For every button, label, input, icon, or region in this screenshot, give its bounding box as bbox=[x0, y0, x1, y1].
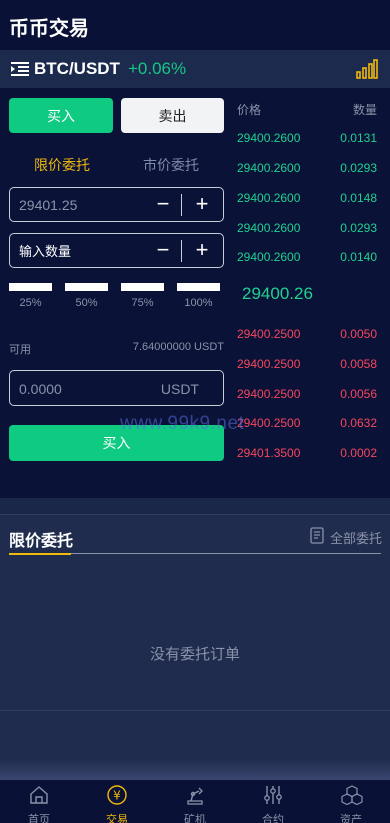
menu-indent-icon[interactable] bbox=[11, 62, 29, 81]
orderbook-bid-row[interactable]: 29400.2600 0.0293 bbox=[237, 221, 377, 237]
percent-25-label[interactable]: 25% bbox=[9, 297, 52, 309]
bottom-tab-bar: 首页 ¥ 交易 矿机 合约 资产 bbox=[0, 780, 390, 823]
tab-trade[interactable]: ¥ 交易 bbox=[78, 780, 156, 823]
buy-tab-button[interactable]: 买入 bbox=[9, 98, 113, 133]
bid-price: 29400.2600 bbox=[237, 131, 301, 145]
sliders-icon bbox=[263, 785, 283, 805]
robot-arm-icon bbox=[185, 785, 205, 805]
amount-unit: USDT bbox=[160, 381, 199, 397]
quantity-field: − + bbox=[9, 233, 224, 268]
available-label: 可用 bbox=[9, 344, 31, 356]
percent-50-bar[interactable] bbox=[65, 283, 108, 291]
orderbook-qty-header: 数量 bbox=[352, 103, 377, 117]
bid-qty: 0.0293 bbox=[340, 221, 377, 235]
orders-tab-underline bbox=[9, 553, 71, 555]
sell-tab-button[interactable]: 卖出 bbox=[121, 98, 224, 133]
yen-coin-icon: ¥ bbox=[107, 785, 127, 805]
tab-contract[interactable]: 合约 bbox=[234, 780, 312, 823]
watermark: www.99k9.net bbox=[120, 413, 245, 434]
document-list-icon bbox=[310, 527, 326, 547]
orderbook-bid-row[interactable]: 29400.2600 0.0131 bbox=[237, 131, 377, 147]
tab-label: 合约 bbox=[262, 814, 284, 823]
ask-qty: 0.0632 bbox=[340, 416, 377, 430]
ask-price: 29400.2500 bbox=[237, 387, 301, 401]
orderbook-price-header: 价格 bbox=[237, 103, 262, 117]
tab-mining[interactable]: 矿机 bbox=[156, 780, 234, 823]
ask-price: 29400.2500 bbox=[237, 327, 301, 341]
field-separator bbox=[181, 240, 182, 262]
orders-divider bbox=[71, 553, 381, 554]
pair-name[interactable]: BTC/USDT bbox=[34, 59, 120, 79]
bid-qty: 0.0131 bbox=[340, 131, 377, 145]
percent-100-bar[interactable] bbox=[177, 283, 220, 291]
orders-panel: 限价委托 全部委托 没有委托订单 bbox=[0, 514, 390, 710]
percent-75-bar[interactable] bbox=[121, 283, 164, 291]
tab-limit-order[interactable]: 限价委托 bbox=[34, 155, 90, 175]
available-value: 7.64000000 USDT bbox=[132, 341, 224, 353]
tab-label: 矿机 bbox=[184, 814, 206, 823]
tab-label: 首页 bbox=[28, 814, 50, 823]
section-divider bbox=[0, 498, 390, 514]
orders-title[interactable]: 限价委托 bbox=[9, 527, 73, 551]
kline-chart-icon[interactable] bbox=[356, 59, 378, 84]
orderbook-ask-row[interactable]: 29400.2500 0.0632 bbox=[237, 416, 377, 432]
percent-100-label[interactable]: 100% bbox=[177, 297, 220, 309]
ask-qty: 0.0056 bbox=[340, 387, 377, 401]
orderbook-ask-row[interactable]: 29401.3500 0.0002 bbox=[237, 446, 377, 462]
page-title: 币币交易 bbox=[9, 18, 89, 40]
percent-75-label[interactable]: 75% bbox=[121, 297, 164, 309]
page-header: 币币交易 bbox=[0, 0, 390, 50]
orderbook-bid-row[interactable]: 29400.2600 0.0293 bbox=[237, 161, 377, 177]
orderbook-ask-row[interactable]: 29400.2500 0.0050 bbox=[237, 327, 377, 343]
quantity-decrease-button[interactable]: − bbox=[151, 238, 175, 264]
tab-home[interactable]: 首页 bbox=[0, 780, 78, 823]
cubes-icon bbox=[341, 785, 363, 806]
orderbook-ask-row[interactable]: 29400.2500 0.0056 bbox=[237, 387, 377, 403]
ask-price: 29401.3500 bbox=[237, 446, 301, 460]
price-increase-button[interactable]: + bbox=[190, 192, 214, 218]
ask-qty: 0.0050 bbox=[340, 327, 377, 341]
all-orders-link[interactable]: 全部委托 bbox=[310, 527, 382, 547]
orderbook-bid-row[interactable]: 29400.2600 0.0148 bbox=[237, 191, 377, 207]
ask-qty: 0.0058 bbox=[340, 357, 377, 371]
orders-empty-text: 没有委托订单 bbox=[149, 646, 240, 663]
bid-price: 29400.2600 bbox=[237, 221, 301, 235]
ask-qty: 0.0002 bbox=[340, 446, 377, 460]
price-field: − + bbox=[9, 187, 224, 222]
tab-label: 交易 bbox=[106, 814, 128, 823]
tab-label: 资产 bbox=[340, 814, 362, 823]
last-price: 29400.26 bbox=[242, 284, 313, 303]
quantity-increase-button[interactable]: + bbox=[190, 238, 214, 264]
bid-price: 29400.2600 bbox=[237, 250, 301, 264]
all-orders-label: 全部委托 bbox=[329, 530, 382, 546]
price-decrease-button[interactable]: − bbox=[151, 192, 175, 218]
bid-price: 29400.2600 bbox=[237, 191, 301, 205]
ask-price: 29400.2500 bbox=[237, 357, 301, 371]
bid-qty: 0.0293 bbox=[340, 161, 377, 175]
tab-market-order[interactable]: 市价委托 bbox=[143, 155, 199, 175]
percent-25-bar[interactable] bbox=[9, 283, 52, 291]
pair-bar: BTC/USDT +0.06% bbox=[0, 50, 390, 88]
field-separator bbox=[181, 194, 182, 216]
price-input[interactable] bbox=[19, 196, 139, 214]
ask-price: 29400.2500 bbox=[237, 416, 301, 430]
pair-change: +0.06% bbox=[128, 59, 187, 78]
bid-qty: 0.0140 bbox=[340, 250, 377, 264]
orderbook-ask-row[interactable]: 29400.2500 0.0058 bbox=[237, 357, 377, 373]
svg-text:¥: ¥ bbox=[113, 789, 121, 803]
percent-50-label[interactable]: 50% bbox=[65, 297, 108, 309]
tab-assets[interactable]: 资产 bbox=[312, 780, 390, 823]
orderbook-bid-row[interactable]: 29400.2600 0.0140 bbox=[237, 250, 377, 266]
home-icon bbox=[29, 785, 49, 805]
quantity-input[interactable] bbox=[19, 242, 139, 260]
bid-price: 29400.2600 bbox=[237, 161, 301, 175]
bid-qty: 0.0148 bbox=[340, 191, 377, 205]
amount-input[interactable] bbox=[19, 380, 139, 398]
content-bottom-area bbox=[0, 710, 390, 780]
amount-field: USDT bbox=[9, 370, 224, 406]
